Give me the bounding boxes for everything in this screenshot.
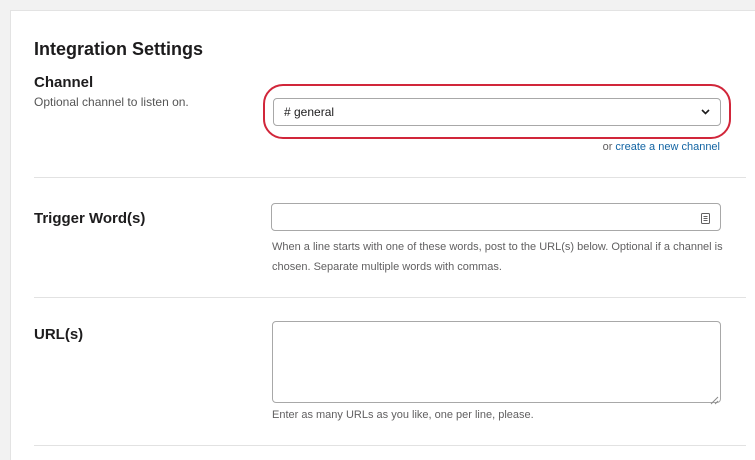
divider: [34, 297, 746, 298]
channel-label: Channel: [34, 74, 94, 91]
page-title: Integration Settings: [34, 39, 204, 59]
trigger-words-help: When a line starts with one of these wor…: [272, 241, 723, 273]
urls-textarea[interactable]: [272, 321, 721, 403]
divider: [34, 177, 746, 178]
divider: [34, 445, 746, 446]
channel-select-value: # general: [284, 105, 335, 119]
chevron-down-icon: [700, 107, 710, 117]
urls-label: URL(s): [34, 326, 84, 343]
integration-settings-card: Integration Settings Channel Optional ch…: [10, 10, 755, 460]
create-channel-link[interactable]: create a new channel: [615, 141, 720, 153]
urls-help: Enter as many URLs as you like, one per …: [272, 409, 534, 421]
resize-grip-icon[interactable]: [710, 392, 719, 405]
trigger-words-input[interactable]: [271, 203, 721, 231]
or-text: or: [602, 141, 616, 153]
channel-description: Optional channel to listen on.: [34, 95, 189, 109]
channel-select[interactable]: # general: [273, 98, 721, 126]
trigger-words-label: Trigger Word(s): [34, 210, 146, 227]
create-channel-row: or create a new channel: [603, 141, 720, 153]
list-icon[interactable]: [701, 211, 710, 224]
